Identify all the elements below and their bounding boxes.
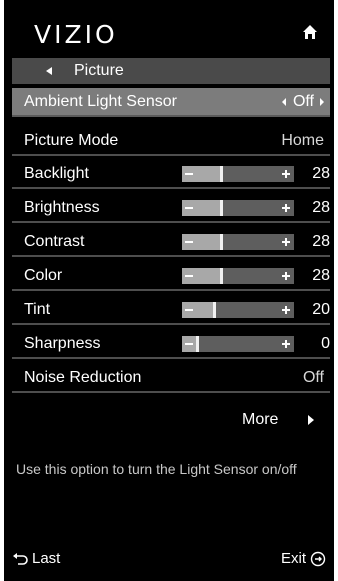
menu-item-value: 28 xyxy=(312,232,330,250)
minus-icon xyxy=(185,241,193,243)
slider-knob[interactable] xyxy=(196,336,199,352)
minus-icon xyxy=(185,207,193,209)
plus-icon xyxy=(281,203,291,213)
menu-item-value: Off xyxy=(292,92,314,110)
exit-button[interactable]: Exit xyxy=(281,550,326,568)
exit-label: Exit xyxy=(280,550,306,567)
last-label: Last xyxy=(32,550,61,567)
slider-knob[interactable] xyxy=(213,302,216,318)
menu-item-sharpness[interactable]: Sharpness 0 xyxy=(12,330,330,359)
return-arrow-icon xyxy=(13,553,28,565)
menu-item-value: 28 xyxy=(312,266,330,284)
menu-item-label: Color xyxy=(24,266,63,284)
slider-knob[interactable] xyxy=(220,268,223,284)
right-arrow-icon[interactable] xyxy=(308,415,314,425)
backlight-slider[interactable] xyxy=(182,166,294,182)
menu-item-backlight[interactable]: Backlight 28 xyxy=(12,160,330,189)
plus-icon xyxy=(281,237,291,247)
plus-icon xyxy=(281,339,291,349)
left-arrow-icon[interactable] xyxy=(46,67,52,75)
menu-item-label: Ambient Light Sensor xyxy=(24,92,177,110)
more-label: More xyxy=(242,411,279,428)
menu-item-tint[interactable]: Tint 20 xyxy=(12,296,330,325)
menu-item-value: Home xyxy=(281,131,324,149)
breadcrumb-label: Picture xyxy=(74,62,124,79)
minus-icon xyxy=(185,173,193,175)
menu-item-noise-reduction[interactable]: Noise Reduction Off xyxy=(12,364,330,393)
menu-item-label: Sharpness xyxy=(24,334,101,352)
minus-icon xyxy=(185,309,193,311)
menu-item-value: 28 xyxy=(312,198,330,216)
sharpness-slider[interactable] xyxy=(182,336,294,352)
slider-knob[interactable] xyxy=(220,166,223,182)
menu-item-value: 20 xyxy=(312,300,330,318)
tint-slider[interactable] xyxy=(182,302,294,318)
plus-icon xyxy=(281,305,291,315)
menu-item-contrast[interactable]: Contrast 28 xyxy=(12,228,330,257)
chevron-left-icon[interactable] xyxy=(282,97,286,106)
breadcrumb[interactable]: Picture xyxy=(12,58,330,84)
plus-icon xyxy=(281,169,291,179)
menu-item-label: Noise Reduction xyxy=(24,368,142,386)
menu-header: VIZIO xyxy=(4,0,334,58)
slider-knob[interactable] xyxy=(220,200,223,216)
menu-item-ambient-light-sensor[interactable]: Ambient Light Sensor Off xyxy=(12,88,330,117)
color-slider[interactable] xyxy=(182,268,294,284)
slider-knob[interactable] xyxy=(220,234,223,250)
menu-item-value: Off xyxy=(302,368,324,386)
more-button[interactable]: More xyxy=(12,406,330,434)
menu-item-brightness[interactable]: Brightness 28 xyxy=(12,194,330,223)
last-button[interactable]: Last xyxy=(12,550,60,568)
brightness-slider[interactable] xyxy=(182,200,294,216)
menu-item-label: Brightness xyxy=(24,198,100,216)
menu-item-label: Contrast xyxy=(24,232,85,250)
menu-item-value: 0 xyxy=(321,334,330,352)
plus-icon xyxy=(281,271,291,281)
help-text: Use this option to turn the Light Sensor… xyxy=(16,461,297,477)
home-icon[interactable] xyxy=(302,24,318,40)
tv-settings-menu: VIZIO Picture Ambient Light Sensor Off P… xyxy=(4,0,334,581)
menu-item-picture-mode[interactable]: Picture Mode Home xyxy=(12,127,330,156)
menu-item-label: Backlight xyxy=(24,164,89,182)
minus-icon xyxy=(185,275,193,277)
menu-item-value: 28 xyxy=(312,164,330,182)
contrast-slider[interactable] xyxy=(182,234,294,250)
exit-icon xyxy=(310,551,326,567)
menu-item-label: Tint xyxy=(24,300,51,318)
chevron-right-icon[interactable] xyxy=(320,97,324,106)
minus-icon xyxy=(185,343,193,345)
menu-item-label: Picture Mode xyxy=(24,131,119,149)
menu-item-color[interactable]: Color 28 xyxy=(12,262,330,291)
vizio-logo: VIZIO xyxy=(34,20,118,49)
